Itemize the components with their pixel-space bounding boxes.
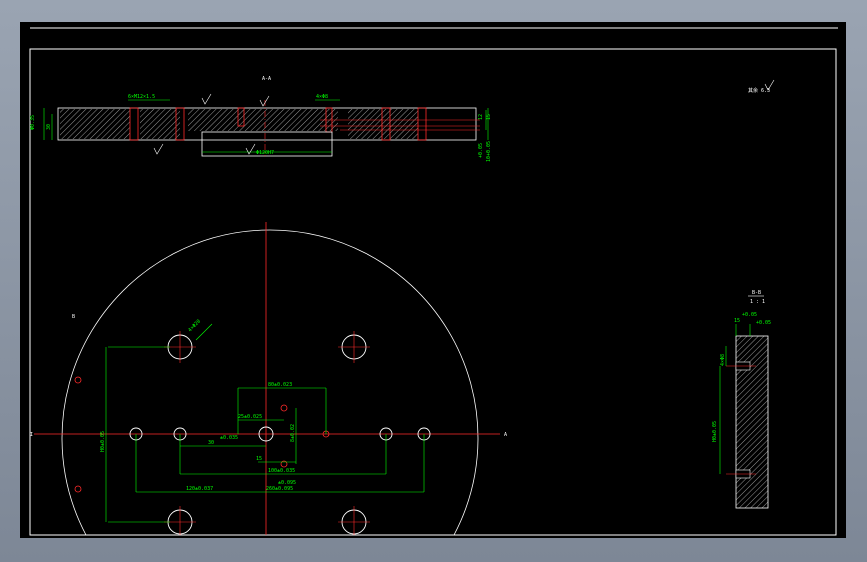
drawing-canvas: A-A Φ0.35 30 6×M12×1.5 4×Φ8 Φ120H7 12 15… (29, 27, 838, 536)
dim-hole-label: 4×Φ20 (187, 319, 202, 334)
hatch-center (188, 109, 338, 131)
top-view[interactable]: A-A Φ0.35 30 6×M12×1.5 4×Φ8 Φ120H7 12 15… (30, 76, 492, 162)
section-left-label: I (30, 432, 33, 438)
section-dim-top1: 15 (734, 318, 740, 324)
hatch-mid-left (140, 109, 180, 139)
dim-30-tol: ±0.035 (220, 435, 238, 441)
dim-left-thk: 30 (46, 124, 52, 130)
large-hole (167, 334, 367, 535)
section-right-label: A (504, 432, 507, 438)
section-b-label: B (72, 314, 75, 320)
section-dim-top3: +0.05 (756, 320, 771, 326)
plan-view[interactable]: I A B 4×Φ20 80±0.023 25±0.025 30 ±0.035 … (30, 222, 507, 536)
dim-120: 120±0.037 (186, 486, 213, 492)
dim-right-2: 15 (486, 114, 492, 120)
dim-25: 25±0.025 (238, 414, 262, 420)
cad-viewport[interactable]: A-A Φ0.35 30 6×M12×1.5 4×Φ8 Φ120H7 12 15… (20, 22, 846, 538)
dim-260: 260±0.095 (266, 486, 293, 492)
top-view-title: A-A (262, 76, 271, 82)
section-title: B-B (752, 290, 761, 296)
dim-15: 15 (256, 456, 262, 462)
dim-30: 30 (208, 440, 214, 446)
hatch-left (60, 109, 130, 139)
dim-vertical: H0±0.05 (100, 431, 106, 452)
section-dim-top2: +0.05 (742, 312, 757, 318)
section-dim-side2: H0±0.05 (712, 421, 718, 442)
dim-left-height: Φ0.35 (30, 115, 36, 130)
roughness-note: 其余 6.3 (748, 79, 775, 94)
dim-260-tol: ±0.095 (278, 480, 296, 486)
dim-bore: Φ120H7 (256, 150, 274, 156)
section-view[interactable]: B-B 1 : 1 15 +0.05 +0.05 4×Φ8 H0±0.05 (712, 290, 771, 509)
section-scale: 1 : 1 (750, 299, 765, 305)
dim-right-3: +0.05 (478, 143, 484, 158)
hatch-right (348, 109, 418, 139)
drawing-frame (29, 27, 838, 536)
dim-small: 8±0.02 (290, 424, 296, 442)
dim-holes: 4×Φ8 (316, 94, 328, 100)
dim-right-1: 12 (478, 114, 484, 120)
dim-80: 80±0.023 (268, 382, 292, 388)
section-dim-side1: 4×Φ8 (720, 354, 726, 366)
dim-100: 100±0.035 (268, 468, 295, 474)
dim-right-4: 10+0.05 (486, 141, 492, 162)
dim-thread: 6×M12×1.5 (128, 94, 155, 100)
